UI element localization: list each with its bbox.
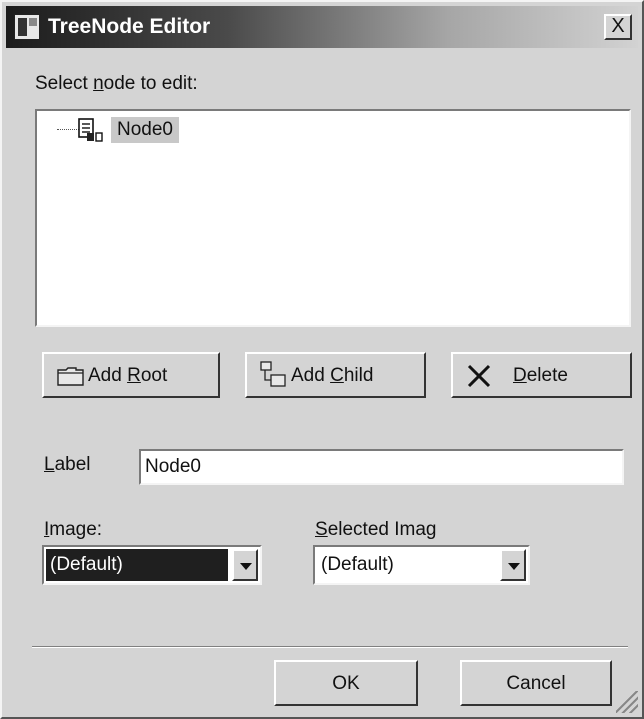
window-title: TreeNode Editor bbox=[48, 15, 211, 38]
selected-image-field-label: Selected Imag bbox=[315, 519, 436, 541]
label-field-accelerator: L bbox=[44, 454, 55, 475]
chevron-down-icon[interactable] bbox=[232, 549, 258, 581]
image-dropdown-value: (Default) bbox=[46, 549, 228, 581]
selected-image-field-accelerator: S bbox=[315, 519, 328, 540]
delete-x-icon bbox=[467, 364, 491, 388]
dialog-window: TreeNode Editor X Select node to edit: N… bbox=[0, 0, 644, 719]
label-field-label-rest: abel bbox=[54, 454, 91, 475]
add-child-label: Add Child bbox=[291, 365, 373, 387]
cancel-label: Cancel bbox=[506, 673, 566, 694]
delete-button[interactable]: Delete bbox=[451, 352, 632, 398]
add-child-button[interactable]: Add Child bbox=[245, 352, 426, 398]
node-tree-view[interactable]: Node0 bbox=[35, 109, 631, 327]
selected-image-field-label-rest: elected Imag bbox=[327, 519, 437, 540]
cancel-button[interactable]: Cancel bbox=[460, 660, 612, 706]
add-child-accelerator: C bbox=[330, 365, 344, 386]
add-root-label-pre: Add bbox=[88, 365, 128, 386]
tree-prompt-suffix: ode to edit: bbox=[103, 73, 198, 94]
image-dropdown[interactable]: (Default) bbox=[42, 545, 262, 585]
title-bar[interactable]: TreeNode Editor X bbox=[6, 6, 638, 48]
chevron-down-icon[interactable] bbox=[500, 549, 526, 581]
add-child-label-pre: Add bbox=[291, 365, 331, 386]
document-icon bbox=[78, 118, 103, 142]
folder-icon bbox=[57, 367, 84, 386]
ok-button[interactable]: OK bbox=[274, 660, 418, 706]
resize-grip-icon[interactable] bbox=[616, 691, 638, 713]
add-child-icon bbox=[260, 361, 286, 387]
delete-accelerator: D bbox=[513, 365, 527, 386]
delete-label-post: elete bbox=[526, 365, 568, 386]
add-root-button[interactable]: Add Root bbox=[42, 352, 220, 398]
tree-prompt-accelerator: n bbox=[93, 73, 104, 94]
image-field-label: Image: bbox=[44, 519, 102, 541]
close-button[interactable]: X bbox=[604, 14, 632, 40]
tree-prompt-label: Select node to edit: bbox=[35, 73, 198, 95]
ok-label: OK bbox=[332, 673, 360, 694]
selected-image-dropdown-value: (Default) bbox=[321, 554, 394, 575]
tree-node[interactable]: Node0 bbox=[111, 117, 179, 143]
app-icon bbox=[14, 14, 40, 40]
divider bbox=[32, 646, 628, 648]
label-text-input[interactable] bbox=[139, 449, 624, 485]
image-field-label-rest: mage: bbox=[49, 519, 103, 540]
selected-image-dropdown[interactable]: (Default) bbox=[313, 545, 530, 585]
delete-label: Delete bbox=[513, 365, 568, 387]
add-root-label-post: oot bbox=[140, 365, 168, 386]
add-root-label: Add Root bbox=[88, 365, 167, 387]
tree-prompt-prefix: Select bbox=[35, 73, 94, 94]
add-child-label-post: hild bbox=[343, 365, 374, 386]
add-root-accelerator: R bbox=[127, 365, 141, 386]
label-field-label: Label bbox=[44, 454, 91, 476]
